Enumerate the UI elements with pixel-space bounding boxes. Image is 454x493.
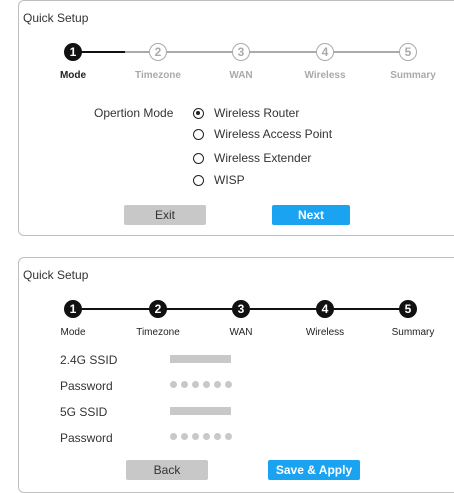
mask-dot xyxy=(225,433,232,440)
radio-wireless-extender[interactable]: Wireless Extender xyxy=(193,150,311,166)
panel-title: Quick Setup xyxy=(23,11,89,25)
radio-button-checked[interactable] xyxy=(193,107,204,119)
save-apply-button[interactable]: Save & Apply xyxy=(268,460,360,480)
quick-setup-panel-wireless: Quick Setup 1 2 3 4 5 Mode Timezone WAN … xyxy=(18,257,454,493)
step-label-mode: Mode xyxy=(59,70,87,81)
step-2-timezone: 2 xyxy=(149,300,167,318)
mask-dot xyxy=(192,381,199,388)
mask-dot xyxy=(214,433,221,440)
step-label-timezone: Timezone xyxy=(135,70,181,81)
radio-button[interactable] xyxy=(193,174,204,186)
ssid-5g-value-bar xyxy=(170,407,231,415)
next-button[interactable]: Next xyxy=(272,205,350,225)
mask-dot xyxy=(170,381,177,388)
password-5g-label: Password xyxy=(60,431,113,445)
radio-wisp[interactable]: WISP xyxy=(193,172,245,188)
radio-button[interactable] xyxy=(193,152,204,164)
step-label-mode: Mode xyxy=(60,327,86,338)
setup-stepper: 1 2 3 4 5 Mode Timezone WAN Wireless Sum… xyxy=(19,43,454,113)
radio-wireless-access-point[interactable]: Wireless Access Point xyxy=(193,126,332,142)
operation-mode-label: Opertion Mode xyxy=(94,106,174,120)
mask-dot xyxy=(203,433,210,440)
step-2-timezone: 2 xyxy=(149,43,167,61)
step-label-wireless: Wireless xyxy=(304,70,346,81)
password-24g-masked xyxy=(170,381,232,388)
step-label-wireless: Wireless xyxy=(305,327,345,338)
mask-dot xyxy=(203,381,210,388)
mask-dot xyxy=(214,381,221,388)
stepper-line-active xyxy=(77,51,125,53)
mask-dot xyxy=(181,433,188,440)
step-3-wan: 3 xyxy=(232,43,250,61)
step-label-wan: WAN xyxy=(229,327,253,338)
radio-button[interactable] xyxy=(193,128,204,140)
mask-dot xyxy=(192,433,199,440)
step-label-timezone: Timezone xyxy=(136,327,180,338)
step-label-summary: Summary xyxy=(391,327,435,338)
step-4-wireless: 4 xyxy=(316,43,334,61)
mask-dot xyxy=(181,381,188,388)
stepper-line-inactive xyxy=(125,51,411,53)
back-button[interactable]: Back xyxy=(126,460,208,480)
ssid-24g-label: 2.4G SSID xyxy=(60,353,118,367)
password-5g-masked xyxy=(170,433,232,440)
mask-dot xyxy=(170,433,177,440)
password-24g-label: Password xyxy=(60,379,113,393)
panel-title: Quick Setup xyxy=(23,268,89,282)
ssid-24g-value-bar xyxy=(170,355,231,363)
mask-dot xyxy=(225,381,232,388)
step-label-summary: Summary xyxy=(390,70,436,81)
step-1-mode: 1 xyxy=(64,43,82,61)
radio-wireless-router[interactable]: Wireless Router xyxy=(193,105,299,121)
step-5-summary: 5 xyxy=(399,43,417,61)
step-4-wireless: 4 xyxy=(316,300,334,318)
step-5-summary: 5 xyxy=(399,300,417,318)
ssid-5g-label: 5G SSID xyxy=(60,405,108,419)
exit-button[interactable]: Exit xyxy=(124,205,206,225)
step-1-mode: 1 xyxy=(64,300,82,318)
quick-setup-panel-mode: Quick Setup 1 2 3 4 5 Mode Timezone WAN … xyxy=(18,0,454,236)
step-3-wan: 3 xyxy=(232,300,250,318)
step-label-wan: WAN xyxy=(229,70,253,81)
